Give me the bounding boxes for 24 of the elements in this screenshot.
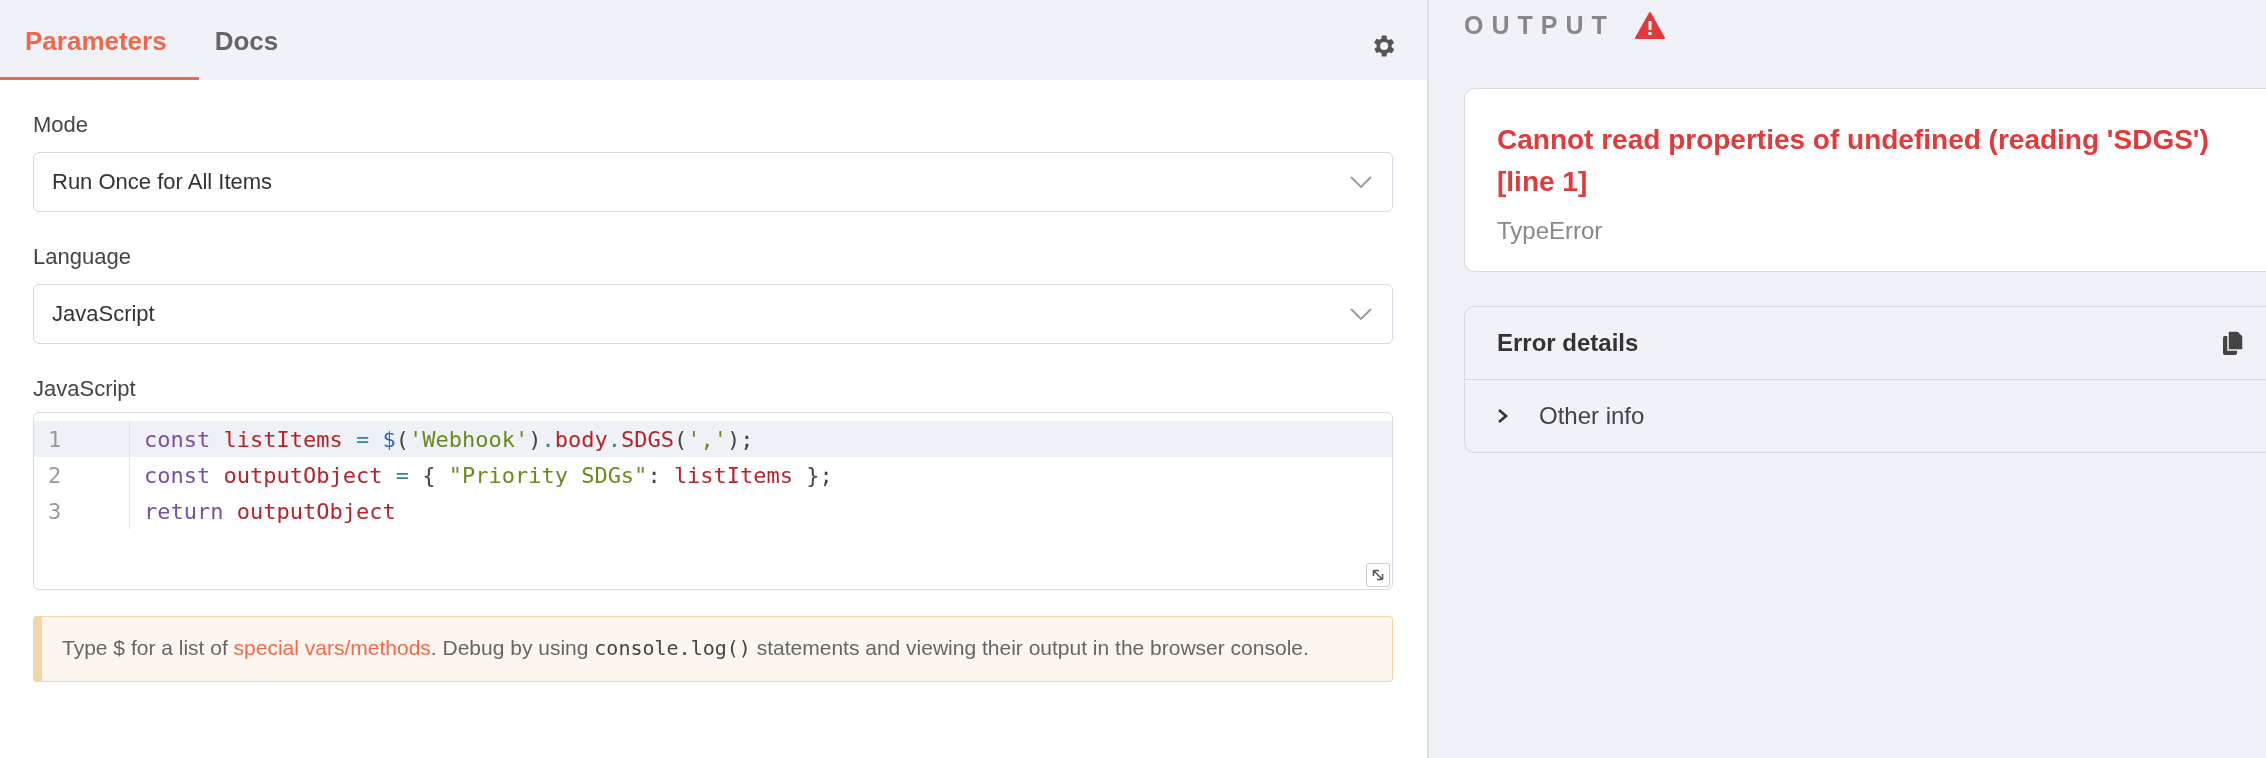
error-details-title: Error details [1497,329,1639,357]
copy-icon[interactable] [2222,330,2244,356]
output-title: OUTPUT [1464,10,1615,40]
field-label: JavaScript [33,376,137,402]
chevron-down-icon [1350,308,1372,320]
code-line: const outputObject = { "Priority SDGs": listItems }; [143,462,833,488]
error-type: TypeError [1497,217,1604,245]
code-line: return outputObject [143,498,396,524]
dropdown-select[interactable]: JavaScript [33,284,1393,344]
field-label: Mode [33,112,90,138]
line-number: 1 [34,421,130,457]
line-number: 2 [34,457,130,493]
dropdown-select[interactable]: Run Once for All Items [33,152,1393,212]
warning-icon [1634,11,1665,39]
code-editor[interactable]: 1 const listItems = $('Webhook').body.SDGS(','); 2 const outputObject = { "Priority SDGs": listItems }; 3 return outputObject [33,412,1393,590]
other-info-toggle[interactable]: Other info [1465,380,2266,452]
code-line: const listItems = $('Webhook').body.SDGS(','); [143,426,754,452]
resize-icon[interactable] [1366,563,1390,587]
line-number: 3 [34,493,130,529]
chevron-down-icon [1350,176,1372,188]
field-label: Language [33,244,132,270]
hint-text: Type $ for a list of special vars/methods. Debug by using console.log() statements and viewing their output in the browser console. [33,616,1393,682]
error-message: Cannot read properties of undefined (reading 'SDGS') [line 1] [1497,123,2210,199]
tab[interactable]: Docs [198,26,311,80]
